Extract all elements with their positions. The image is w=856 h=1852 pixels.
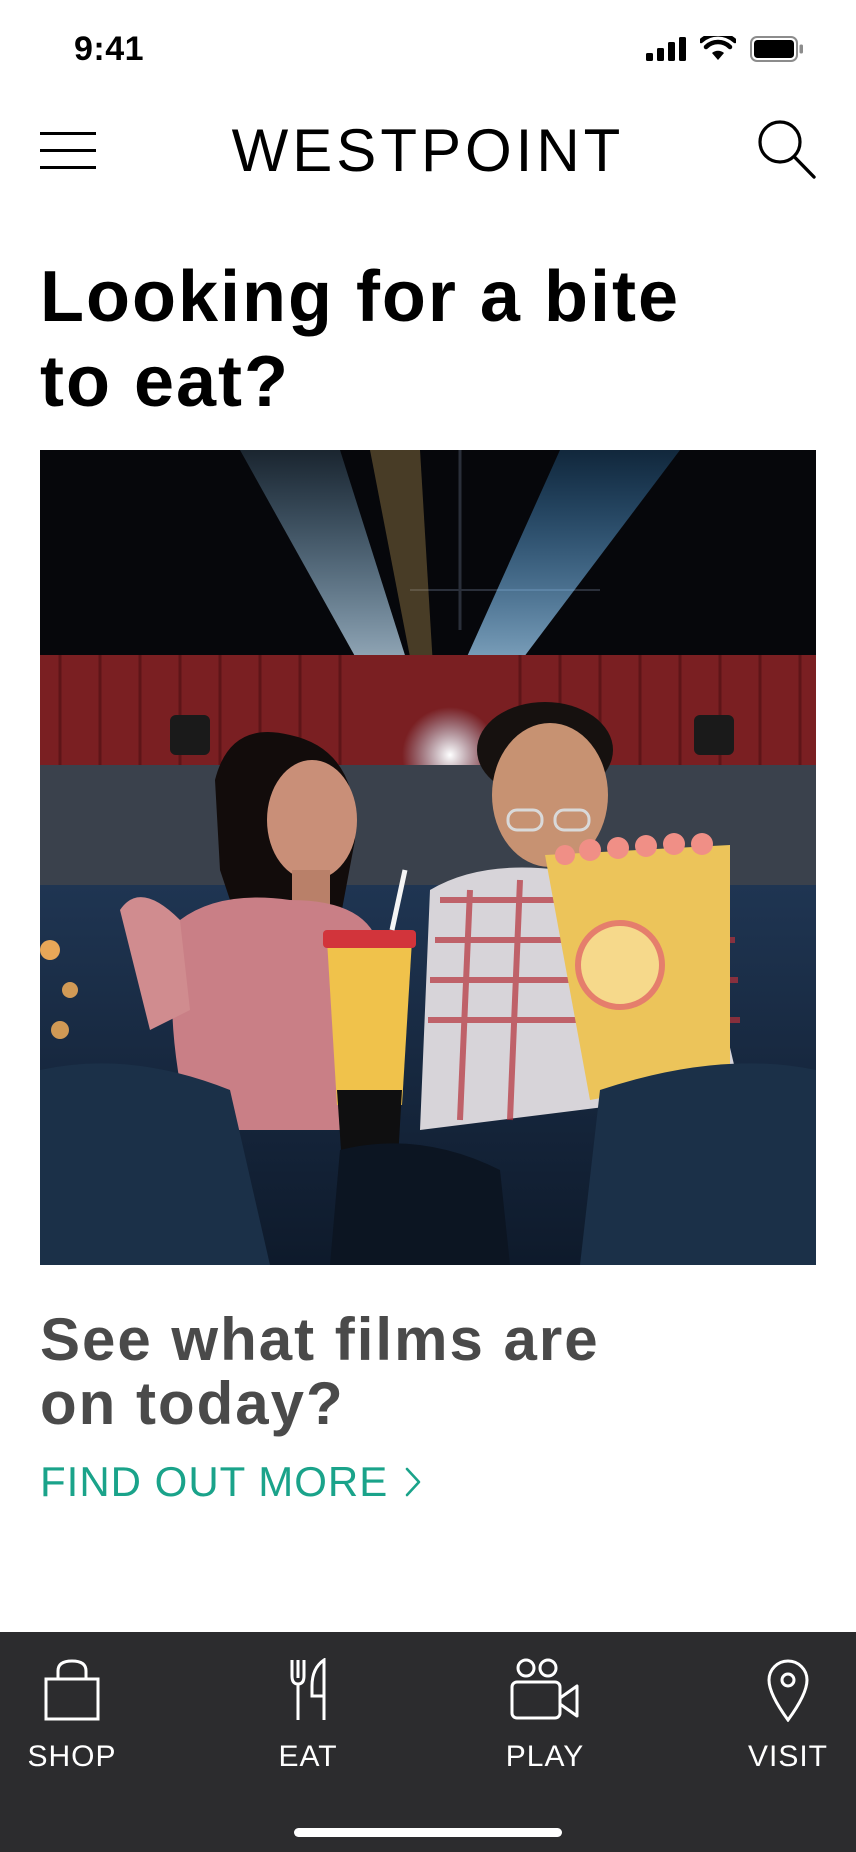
- tab-visit[interactable]: VISIT: [698, 1632, 856, 1782]
- headline-line-1: Looking for a bite: [40, 257, 680, 337]
- brand-logo[interactable]: WESTPOINT: [0, 116, 856, 185]
- status-bar: 9:41: [0, 0, 856, 100]
- status-time: 9:41: [74, 30, 145, 68]
- search-button[interactable]: [756, 118, 818, 182]
- location-pin-icon: [766, 1656, 810, 1724]
- bottom-tab-bar: SHOP EAT PLAY VISIT: [0, 1632, 856, 1852]
- subhead-line-1: See what films are: [40, 1306, 600, 1373]
- page-headline: Looking for a bite to eat?: [40, 255, 800, 425]
- home-indicator[interactable]: [294, 1828, 562, 1837]
- status-icons: [646, 36, 804, 62]
- headline-line-2: to eat?: [40, 342, 291, 422]
- tab-eat[interactable]: EAT: [218, 1632, 398, 1782]
- tab-shop[interactable]: SHOP: [0, 1632, 162, 1782]
- chevron-right-icon: [405, 1467, 421, 1497]
- shopping-bag-icon: [43, 1656, 101, 1724]
- wifi-icon: [700, 36, 736, 60]
- tab-visit-label: VISIT: [747, 1740, 828, 1773]
- hero-image[interactable]: [40, 450, 816, 1265]
- tab-eat-label: EAT: [278, 1740, 338, 1773]
- subhead-line-2: on today?: [40, 1370, 345, 1437]
- top-nav: WESTPOINT: [0, 100, 856, 200]
- video-camera-icon: [510, 1656, 580, 1724]
- fork-knife-icon: [288, 1656, 328, 1724]
- films-subheading: See what films are on today?: [40, 1308, 800, 1436]
- tab-shop-label: SHOP: [27, 1740, 117, 1773]
- battery-icon: [750, 36, 803, 62]
- signal-icon: [646, 37, 686, 61]
- tab-play-label: PLAY: [505, 1740, 585, 1773]
- tab-play[interactable]: PLAY: [455, 1632, 635, 1782]
- find-out-more-link[interactable]: FIND OUT MORE: [40, 1458, 422, 1506]
- find-out-more-label: FIND OUT MORE: [40, 1458, 389, 1505]
- search-icon: [758, 120, 816, 179]
